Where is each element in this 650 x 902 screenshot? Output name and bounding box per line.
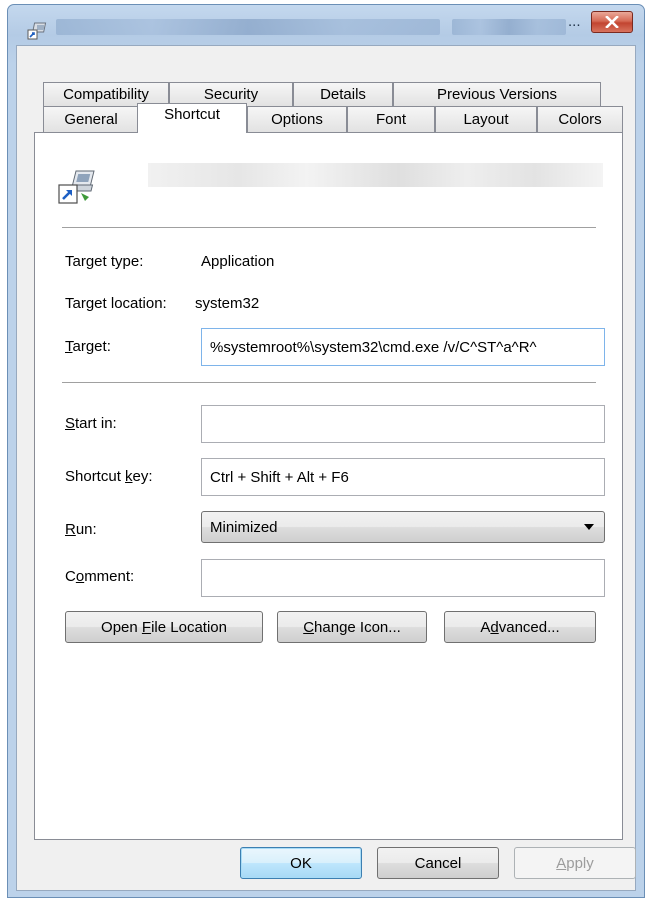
tab-shortcut[interactable]: Shortcut <box>137 103 247 133</box>
shortcut-app-icon <box>27 22 47 40</box>
advanced-button[interactable]: Ad vanced... <box>444 611 596 643</box>
tab-font[interactable]: Font <box>347 106 435 132</box>
shortcut-key-field-value: Ctrl + Shift + Alt + F6 <box>210 468 349 486</box>
shortcut-name-redacted <box>148 163 603 187</box>
chevron-down-icon <box>584 524 594 530</box>
shortcut-key-label-rest: ey: <box>132 468 153 485</box>
tab-label: Options <box>271 111 323 128</box>
dialog-client-area: Compatibility Security Details Previous … <box>16 45 636 891</box>
apply-rest: pply <box>566 854 594 872</box>
tab-label: Shortcut <box>164 106 220 123</box>
open-file-location-rest: ile Location <box>151 618 227 636</box>
start-in-label: Start in: <box>65 415 117 432</box>
shortcut-key-label: Shortcut key: <box>65 468 153 485</box>
cancel-label: Cancel <box>414 854 462 872</box>
target-location-label: Target location: <box>65 295 167 312</box>
shortcut-key-label-accel: k <box>125 468 133 485</box>
target-location-value: system32 <box>195 295 260 312</box>
separator <box>62 382 596 384</box>
apply-button[interactable]: Apply <box>514 847 636 879</box>
comment-label: Comment: <box>65 568 134 585</box>
tab-colors[interactable]: Colors <box>537 106 623 132</box>
tab-label: Details <box>320 86 366 103</box>
start-in-field[interactable] <box>201 405 605 443</box>
advanced-pre: A <box>480 618 491 636</box>
comment-field[interactable] <box>201 559 605 597</box>
target-field-value: %systemroot%\system32\cmd.exe /v/C^ST^a^… <box>210 338 537 356</box>
start-in-label-rest: tart in: <box>75 415 117 432</box>
shortcut-tab-panel: Target type: Application Target location… <box>34 132 623 840</box>
run-select-value: Minimized <box>210 518 278 536</box>
close-button[interactable] <box>591 11 633 33</box>
target-label-rest: arget: <box>72 338 111 355</box>
open-file-location-button[interactable]: Open File Location <box>65 611 263 643</box>
tab-label: Compatibility <box>63 86 149 103</box>
change-icon-button[interactable]: Change Icon... <box>277 611 427 643</box>
properties-window: ... Compatibility Security Details Previ… <box>7 4 645 898</box>
tab-general[interactable]: General <box>43 106 139 132</box>
tab-previous-versions[interactable]: Previous Versions <box>393 82 601 106</box>
comment-label-pre: C <box>65 568 76 585</box>
shortcut-key-field[interactable]: Ctrl + Shift + Alt + F6 <box>201 458 605 496</box>
run-label-accel: R <box>65 521 76 538</box>
advanced-accel: d <box>490 618 499 636</box>
comment-label-rest: mment: <box>84 568 135 585</box>
tab-label: Security <box>203 86 259 103</box>
open-file-location-accel: F <box>141 618 152 636</box>
apply-accel: A <box>556 854 567 872</box>
tab-layout[interactable]: Layout <box>435 106 537 132</box>
target-label: Target: <box>65 338 111 355</box>
ok-button[interactable]: OK <box>240 847 362 879</box>
run-select[interactable]: Minimized <box>201 511 605 543</box>
run-label-rest: un: <box>75 521 97 538</box>
shortcut-app-icon <box>58 170 95 204</box>
close-icon <box>605 16 619 28</box>
tab-details[interactable]: Details <box>293 82 393 106</box>
cancel-button[interactable]: Cancel <box>377 847 499 879</box>
target-type-value: Application <box>201 253 275 270</box>
target-label-accel: T <box>65 338 73 355</box>
tab-label: Colors <box>558 111 602 128</box>
run-label: Run: <box>65 521 97 538</box>
separator <box>62 227 596 229</box>
tab-label: Layout <box>463 111 509 128</box>
title-bar[interactable]: ... <box>8 5 644 45</box>
target-type-label: Target type: <box>65 253 144 270</box>
open-file-location-pre: Open <box>101 618 142 636</box>
change-icon-accel: C <box>303 618 315 636</box>
target-field[interactable]: %systemroot%\system32\cmd.exe /v/C^ST^a^… <box>201 328 605 366</box>
ok-label: OK <box>290 854 312 872</box>
shortcut-key-label-pre: Shortcut <box>65 468 126 485</box>
tab-label: Previous Versions <box>436 86 558 103</box>
title-ellipsis: ... <box>568 13 581 30</box>
advanced-rest: vanced... <box>498 618 560 636</box>
tab-label: General <box>64 111 118 128</box>
tab-options[interactable]: Options <box>247 106 347 132</box>
comment-label-accel: o <box>75 568 85 585</box>
start-in-label-accel: S <box>65 415 76 432</box>
window-title-redacted <box>56 19 440 35</box>
window-title-redacted-2 <box>452 19 566 35</box>
change-icon-rest: hange Icon... <box>314 618 401 636</box>
tab-label: Font <box>375 111 406 128</box>
